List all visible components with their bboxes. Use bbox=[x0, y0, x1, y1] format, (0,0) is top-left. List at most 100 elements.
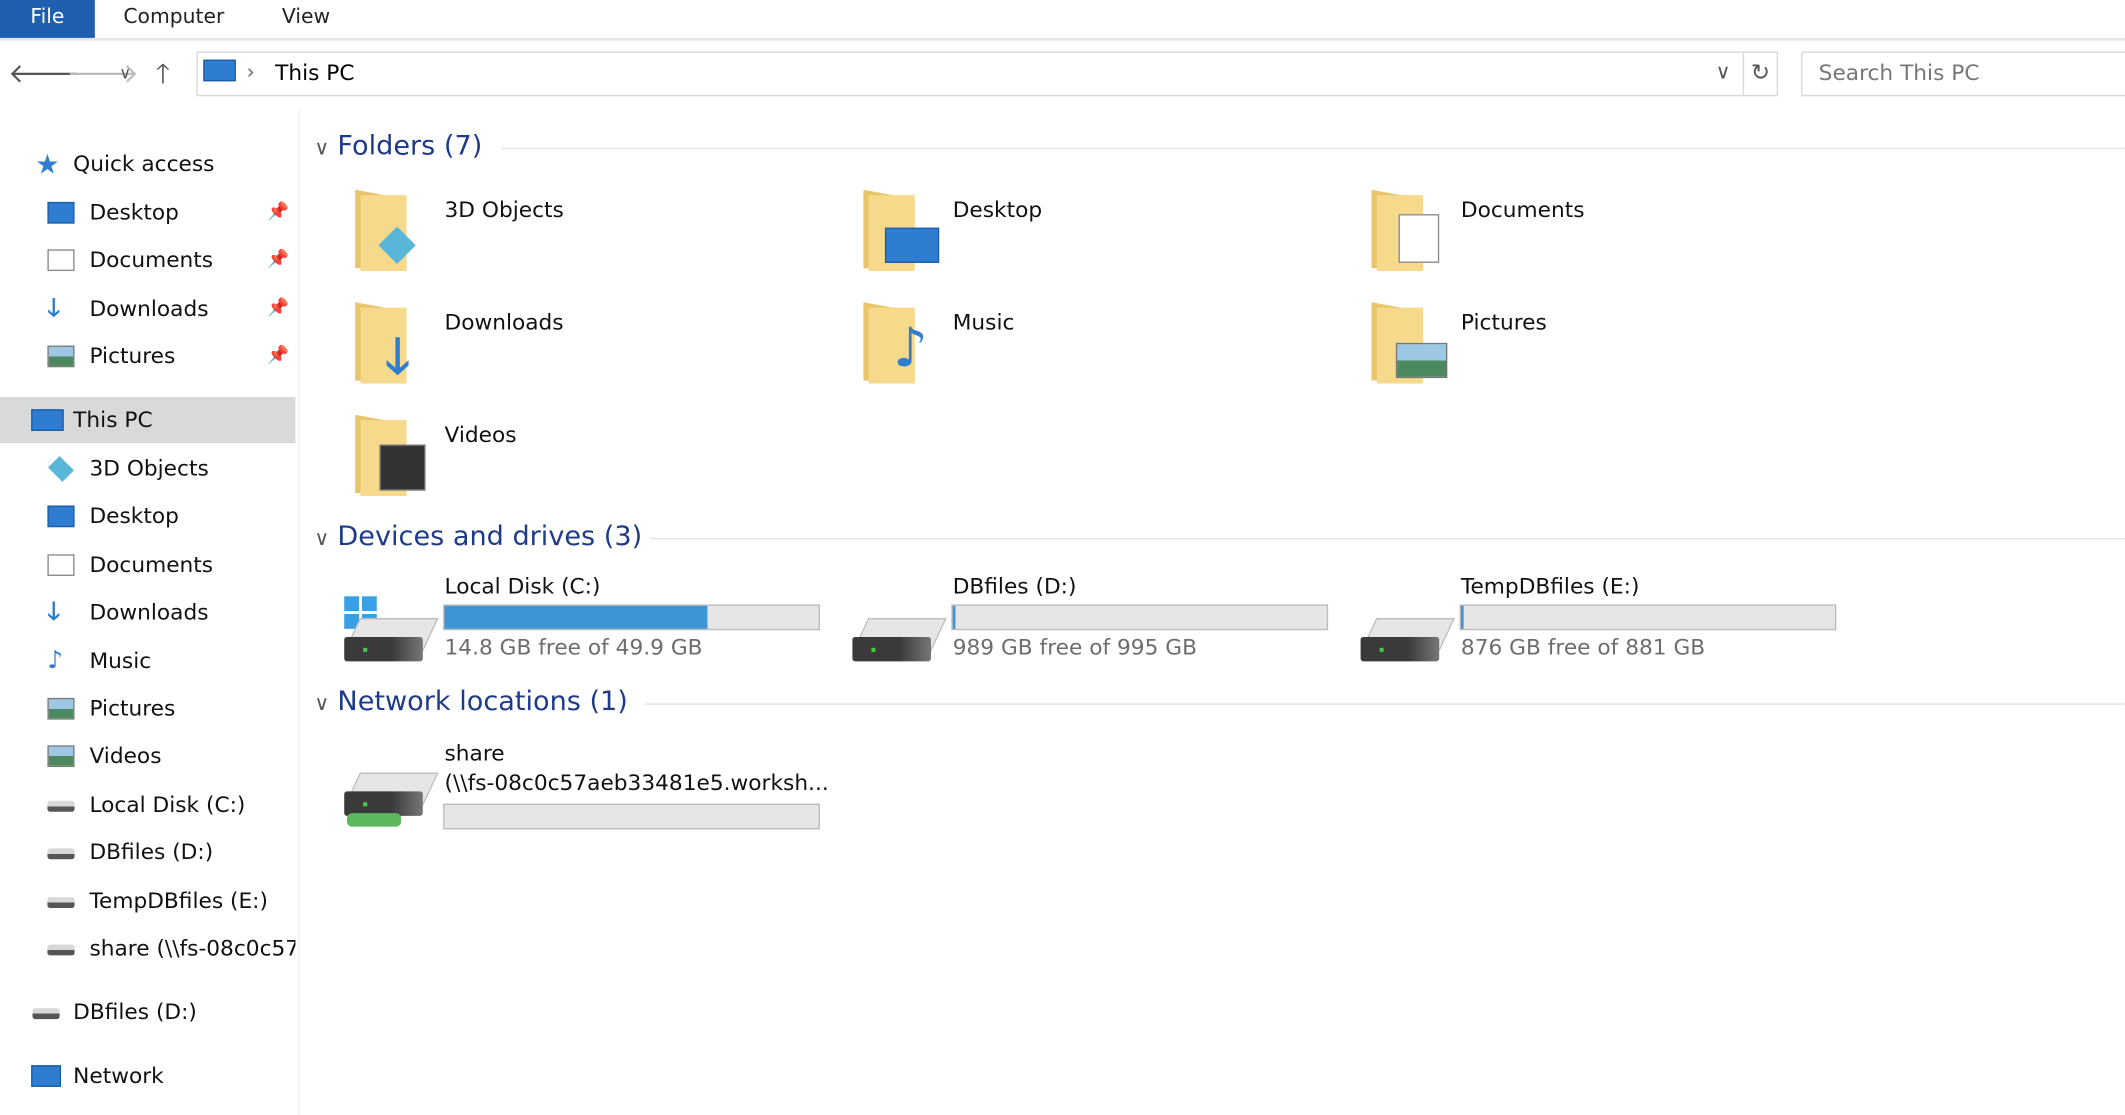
folder-icon[interactable]: ♪ bbox=[863, 302, 939, 384]
pictures-icon bbox=[47, 697, 75, 720]
sidebar-dbfiles[interactable]: DBfiles (D:) bbox=[0, 989, 295, 1035]
drive-usage-bar bbox=[951, 604, 1329, 631]
folder-pictures[interactable]: Pictures bbox=[1461, 309, 1547, 335]
breadcrumb-separator-icon: › bbox=[246, 59, 255, 85]
documents-icon bbox=[47, 554, 75, 576]
pin-icon[interactable]: 📌 bbox=[267, 286, 289, 332]
heading-text: Folders (7) bbox=[337, 128, 483, 162]
folder-music[interactable]: Music bbox=[953, 309, 1015, 335]
section-divider bbox=[501, 147, 2125, 150]
folder-icon[interactable] bbox=[1371, 189, 1447, 272]
videos-icon bbox=[47, 745, 75, 768]
sidebar-item-desktop[interactable]: Desktop bbox=[0, 494, 295, 540]
refresh-button[interactable]: ↻ bbox=[1742, 51, 1779, 97]
sidebar-label: Pictures bbox=[89, 343, 176, 369]
sidebar-item-documents[interactable]: Documents 📌 bbox=[0, 238, 295, 284]
sidebar-label: Downloads bbox=[89, 599, 209, 626]
drive-free-space: 876 GB free of 881 GB bbox=[1460, 634, 1706, 660]
share-name: share bbox=[444, 739, 505, 766]
sidebar-item-desktop[interactable]: Desktop 📌 bbox=[0, 190, 295, 236]
sidebar-item-dbfiles-d-[interactable]: DBfiles (D:) bbox=[0, 830, 295, 876]
network-heading[interactable]: ∨ Network locations (1) bbox=[314, 684, 627, 717]
sidebar-item-videos[interactable]: Videos bbox=[0, 734, 295, 780]
sidebar-quick-access[interactable]: ★ Quick access bbox=[0, 141, 295, 187]
folder-3d-objects[interactable]: 3D Objects bbox=[445, 197, 564, 223]
sidebar-label: share (\\fs-08c0c57a bbox=[89, 935, 296, 961]
breadcrumb-this-pc[interactable]: This PC bbox=[275, 60, 354, 86]
address-bar[interactable]: › This PC ∨ bbox=[196, 51, 1745, 97]
pin-icon[interactable]: 📌 bbox=[267, 190, 289, 236]
tab-computer[interactable]: Computer bbox=[123, 0, 224, 38]
sidebar-item-pictures[interactable]: Pictures 📌 bbox=[0, 334, 295, 380]
network-item-share[interactable]: share (\\fs-08c0c57aeb33481e5.worksh... bbox=[339, 740, 829, 840]
folders-heading[interactable]: ∨ Folders (7) bbox=[314, 129, 482, 162]
pin-icon[interactable]: 📌 bbox=[267, 238, 289, 284]
drive-item[interactable]: TempDBfiles (E:) 876 GB free of 881 GB bbox=[1358, 569, 1846, 671]
sidebar-label: DBfiles (D:) bbox=[73, 998, 197, 1025]
drive-usage-fill bbox=[1460, 605, 1464, 629]
sidebar-label: Videos bbox=[89, 743, 162, 769]
folder-icon[interactable] bbox=[355, 414, 431, 497]
3d-objects-icon bbox=[48, 455, 74, 482]
drive-usage-bar bbox=[443, 604, 820, 631]
folder-desktop[interactable]: Desktop bbox=[953, 197, 1042, 223]
search-placeholder: Search This PC bbox=[1818, 59, 1980, 86]
drive-name: DBfiles (D:) bbox=[952, 573, 1077, 599]
folder-icon[interactable] bbox=[1371, 302, 1448, 384]
folder-documents[interactable]: Documents bbox=[1461, 197, 1585, 223]
address-dropdown-chevron-icon[interactable]: ∨ bbox=[1716, 60, 1731, 84]
sidebar-label: Documents bbox=[89, 247, 214, 273]
network-icon bbox=[31, 1065, 61, 1087]
sidebar-label: Desktop bbox=[89, 199, 179, 225]
sidebar-network[interactable]: Network bbox=[0, 1053, 295, 1099]
folder-videos[interactable]: Videos bbox=[445, 421, 517, 447]
sidebar-item-documents[interactable]: Documents bbox=[0, 542, 295, 588]
sidebar-this-pc[interactable]: This PC bbox=[0, 397, 296, 444]
sidebar-label: TempDBfiles (E:) bbox=[89, 887, 268, 913]
sidebar-item-downloads[interactable]: 🡓 Downloads bbox=[0, 590, 295, 636]
sidebar-item-share-fs-08c0c57a[interactable]: share (\\fs-08c0c57a bbox=[0, 926, 295, 972]
search-input[interactable]: Search This PC bbox=[1801, 51, 2125, 97]
drive-icon bbox=[47, 848, 75, 860]
desktop-icon bbox=[47, 506, 75, 528]
share-usage-bar bbox=[443, 803, 820, 830]
sidebar-label: Pictures bbox=[89, 695, 176, 721]
drives-heading[interactable]: ∨ Devices and drives (3) bbox=[314, 519, 642, 552]
drive-icon bbox=[32, 1008, 60, 1020]
drive-free-space: 989 GB free of 995 GB bbox=[952, 634, 1197, 660]
sidebar-item-downloads[interactable]: 🡓 Downloads 📌 bbox=[0, 286, 295, 332]
sidebar-label: Downloads bbox=[89, 295, 209, 321]
heading-text: Network locations (1) bbox=[337, 684, 628, 717]
sidebar-label: Documents bbox=[89, 551, 214, 578]
drive-icon bbox=[47, 896, 75, 908]
this-pc-icon bbox=[203, 59, 236, 82]
star-icon: ★ bbox=[35, 147, 60, 181]
up-button[interactable]: 🡑 bbox=[156, 54, 170, 92]
drive-usage-bar bbox=[1459, 604, 1837, 631]
tab-view[interactable]: View bbox=[282, 0, 330, 38]
folder-icon[interactable] bbox=[863, 189, 940, 272]
folder-downloads[interactable]: Downloads bbox=[445, 309, 564, 335]
folder-icon[interactable]: 🡓 bbox=[355, 302, 431, 384]
sidebar-item-tempdbfiles-e-[interactable]: TempDBfiles (E:) bbox=[0, 878, 295, 924]
sidebar-item-pictures[interactable]: Pictures bbox=[0, 686, 295, 732]
drive-usage-fill bbox=[444, 605, 708, 629]
pin-icon[interactable]: 📌 bbox=[267, 334, 289, 380]
chevron-down-icon[interactable]: ∨ bbox=[314, 691, 329, 715]
drive-icon bbox=[344, 617, 439, 664]
sidebar-label: Quick access bbox=[73, 150, 215, 177]
drive-icon bbox=[47, 800, 75, 812]
sidebar-item-local-disk-c-[interactable]: Local Disk (C:) bbox=[0, 782, 295, 828]
tab-file[interactable]: File bbox=[0, 0, 95, 38]
sidebar-item-music[interactable]: ♪ Music bbox=[0, 638, 295, 684]
chevron-down-icon[interactable]: ∨ bbox=[314, 136, 329, 160]
chevron-down-icon[interactable]: ∨ bbox=[314, 526, 329, 550]
drive-item[interactable]: DBfiles (D:) 989 GB free of 995 GB bbox=[850, 569, 1338, 671]
drive-free-space: 14.8 GB free of 49.9 GB bbox=[444, 634, 703, 660]
share-path: (\\fs-08c0c57aeb33481e5.worksh... bbox=[444, 769, 829, 796]
drive-usage-fill bbox=[952, 605, 956, 629]
drive-item[interactable]: Local Disk (C:) 14.8 GB free of 49.9 GB bbox=[342, 569, 830, 671]
recent-locations-chevron-icon[interactable]: ∨ bbox=[119, 54, 131, 92]
sidebar-item-3d-objects[interactable]: 3D Objects bbox=[0, 446, 295, 492]
folder-icon[interactable] bbox=[355, 189, 431, 272]
